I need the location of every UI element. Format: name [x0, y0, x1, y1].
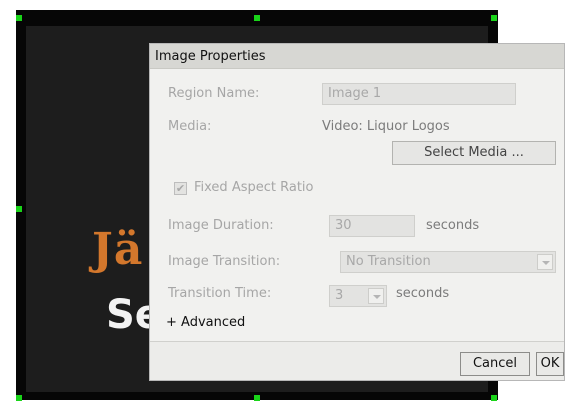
fixed-aspect-label: Fixed Aspect Ratio [194, 180, 314, 195]
ok-button[interactable]: OK [536, 352, 564, 376]
image-transition-value: No Transition [346, 254, 431, 269]
advanced-toggle[interactable]: + Advanced [166, 315, 245, 330]
image-duration-label: Image Duration: [168, 218, 274, 233]
resize-handle-top-right[interactable] [491, 15, 497, 21]
fixed-aspect-checkbox[interactable]: ✔ [174, 182, 187, 195]
select-media-button[interactable]: Select Media ... [392, 141, 556, 165]
resize-handle-bottom-left[interactable] [16, 395, 22, 401]
cancel-button[interactable]: Cancel [460, 352, 530, 376]
transition-time-label: Transition Time: [168, 286, 272, 301]
media-label: Media: [168, 119, 212, 134]
resize-handle-bottom-right[interactable] [491, 395, 497, 401]
resize-handle-top[interactable] [254, 15, 260, 21]
logo-text-top: Jä [92, 224, 144, 275]
chevron-down-icon[interactable] [368, 288, 384, 304]
region-name-label: Region Name: [168, 86, 260, 101]
region-name-field[interactable]: Image 1 [322, 83, 516, 105]
resize-handle-left[interactable] [16, 206, 22, 212]
image-duration-unit: seconds [426, 218, 480, 233]
image-transition-select[interactable]: No Transition [340, 251, 556, 273]
image-duration-field[interactable]: 30 [329, 215, 415, 237]
resize-handle-top-left[interactable] [16, 15, 22, 21]
media-value: Video: Liquor Logos [322, 119, 450, 134]
transition-time-value: 3 [335, 288, 344, 303]
dialog-title[interactable]: Image Properties [150, 44, 564, 69]
checkmark-icon: ✔ [175, 182, 186, 195]
image-properties-dialog: Image Properties Region Name: Image 1 Me… [149, 43, 565, 381]
transition-time-unit: seconds [396, 286, 450, 301]
dialog-footer: Cancel OK [150, 341, 564, 380]
chevron-down-icon[interactable] [537, 254, 553, 270]
resize-handle-bottom[interactable] [254, 395, 260, 401]
image-transition-label: Image Transition: [168, 254, 281, 269]
transition-time-select[interactable]: 3 [329, 285, 387, 307]
